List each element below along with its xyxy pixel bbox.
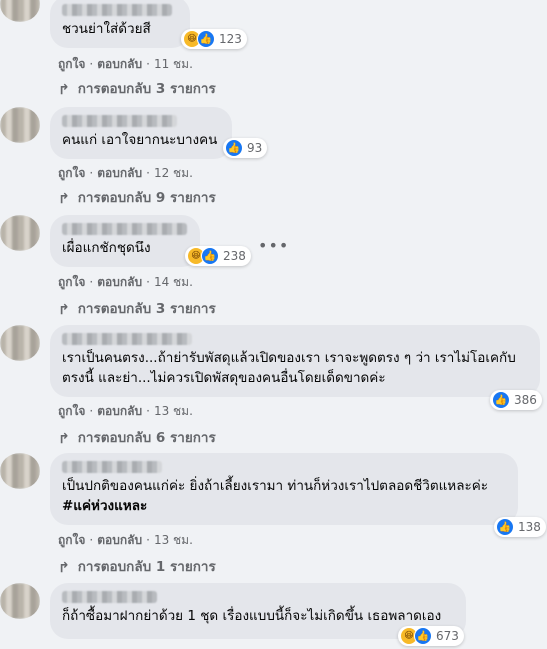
avatar[interactable] [0,325,40,361]
reply-arrow-icon: ↳ [58,300,70,316]
comment-text: คนแก่ เอาใจยากนะบางคน [62,132,218,148]
reaction-count: 138 [518,520,541,534]
comment-bubble: เป็นปกติของคนแก่ค่ะ ยิ่งถ้าเลี้ยงเรามา ท… [50,453,518,525]
reaction-count: 386 [514,393,537,407]
comment-text: ก็ถ้าซื้อมาฝากย่าด้วย 1 ชุด เรื่องแบบนี้… [62,608,442,624]
comment-actions: ถูกใจ · ตอบกลับ · 13 ชม. [58,404,193,418]
avatar[interactable] [0,107,40,143]
avatar[interactable] [0,215,40,251]
like-icon: 👍 [197,30,215,48]
reaction-summary[interactable]: 👍 138 [494,517,546,537]
replies-label: การตอบกลับ 1 รายการ [77,559,216,575]
comment-bubble: คนแก่ เอาใจยากนะบางคน [50,107,232,159]
author-name[interactable] [62,591,157,603]
author-name[interactable] [62,4,172,16]
like-icon: 👍 [496,518,514,536]
replies-label: การตอบกลับ 9 รายการ [77,190,216,206]
replies-label: การตอบกลับ 6 รายการ [77,430,216,446]
comment-time[interactable]: 11 ชม. [154,57,193,71]
reaction-count: 123 [219,32,242,46]
more-options-icon[interactable]: ••• [258,236,289,255]
author-name[interactable] [62,115,177,127]
reaction-count: 93 [247,141,263,155]
comment-actions: ถูกใจ · ตอบกลับ · 11 ชม. [58,57,193,71]
avatar[interactable] [0,453,40,489]
comment-time[interactable]: 13 ชม. [154,404,193,418]
like-button[interactable]: ถูกใจ [58,275,85,289]
reply-button[interactable]: ตอบกลับ [97,533,142,547]
like-icon: 👍 [492,391,510,409]
reply-arrow-icon: ↳ [58,429,70,445]
author-name[interactable] [62,333,192,345]
replies-label: การตอบกลับ 3 รายการ [77,81,216,97]
reply-button[interactable]: ตอบกลับ [97,275,142,289]
reply-button[interactable]: ตอบกลับ [97,57,142,71]
like-button[interactable]: ถูกใจ [58,404,85,418]
avatar[interactable] [0,583,40,619]
reply-arrow-icon: ↳ [58,80,70,96]
view-replies-link[interactable]: ↳ การตอบกลับ 6 รายการ [58,426,216,448]
reaction-summary[interactable]: 👍 386 [490,390,542,410]
view-replies-link[interactable]: ↳ การตอบกลับ 3 รายการ [58,297,216,319]
reply-button[interactable]: ตอบกลับ [97,404,142,418]
reply-arrow-icon: ↳ [58,189,70,205]
reply-button[interactable]: ตอบกลับ [97,166,142,180]
like-button[interactable]: ถูกใจ [58,57,85,71]
comment-actions: ถูกใจ · ตอบกลับ · 12 ชม. [58,166,193,180]
comment-actions: ถูกใจ · ตอบกลับ · 13 ชม. [58,533,193,547]
view-replies-link[interactable]: ↳ การตอบกลับ 9 รายการ [58,186,216,208]
reaction-summary[interactable]: 😆 👍 123 [181,29,247,49]
reaction-count: 673 [436,629,459,643]
avatar[interactable] [0,0,40,22]
like-button[interactable]: ถูกใจ [58,166,85,180]
reaction-summary[interactable]: 😆 👍 238 [185,246,251,266]
comment-actions: ถูกใจ · ตอบกลับ · 14 ชม. [58,275,193,289]
view-replies-link[interactable]: ↳ การตอบกลับ 1 รายการ [58,555,216,577]
comment-bubble: ชวนย่าใส่ด้วยสี [50,0,190,48]
comment-text-line-1: เป็นปกติของคนแก่ค่ะ ยิ่งถ้าเลี้ยงเรามา ท… [62,478,489,494]
comment-text: ชวนย่าใส่ด้วยสี [62,21,151,37]
comment-time[interactable]: 12 ชม. [154,166,193,180]
view-replies-link[interactable]: ↳ การตอบกลับ 3 รายการ [58,77,216,99]
comment-bubble: เราเป็นคนตรง...ถ้าย่ารับพัสดุแล้วเปิดของ… [50,325,540,397]
author-name[interactable] [62,223,187,235]
replies-label: การตอบกลับ 3 รายการ [77,301,216,317]
comment-time[interactable]: 13 ชม. [154,533,193,547]
hashtag-link[interactable]: #แค่ห่วงแหละ [62,497,506,515]
reaction-summary[interactable]: 😆 👍 673 [398,626,464,646]
like-icon: 👍 [201,247,219,265]
comment-text: เผื่อแกชักชุดนึง [62,240,151,256]
like-icon: 👍 [414,627,432,645]
comment-text-line-1: เราเป็นคนตรง...ถ้าย่ารับพัสดุแล้วเปิดของ… [62,350,516,366]
comment-time[interactable]: 14 ชม. [154,275,193,289]
reaction-summary[interactable]: 👍 93 [223,138,268,158]
comment-bubble: เผื่อแกชักชุดนึง [50,215,200,267]
reply-arrow-icon: ↳ [58,558,70,574]
like-button[interactable]: ถูกใจ [58,533,85,547]
like-icon: 👍 [225,139,243,157]
reaction-count: 238 [223,249,246,263]
author-name[interactable] [62,461,162,473]
comment-text-line-2: ตรงนี้ และย่า...ไม่ควรเปิดพัสดุของคนอื่น… [62,370,386,386]
